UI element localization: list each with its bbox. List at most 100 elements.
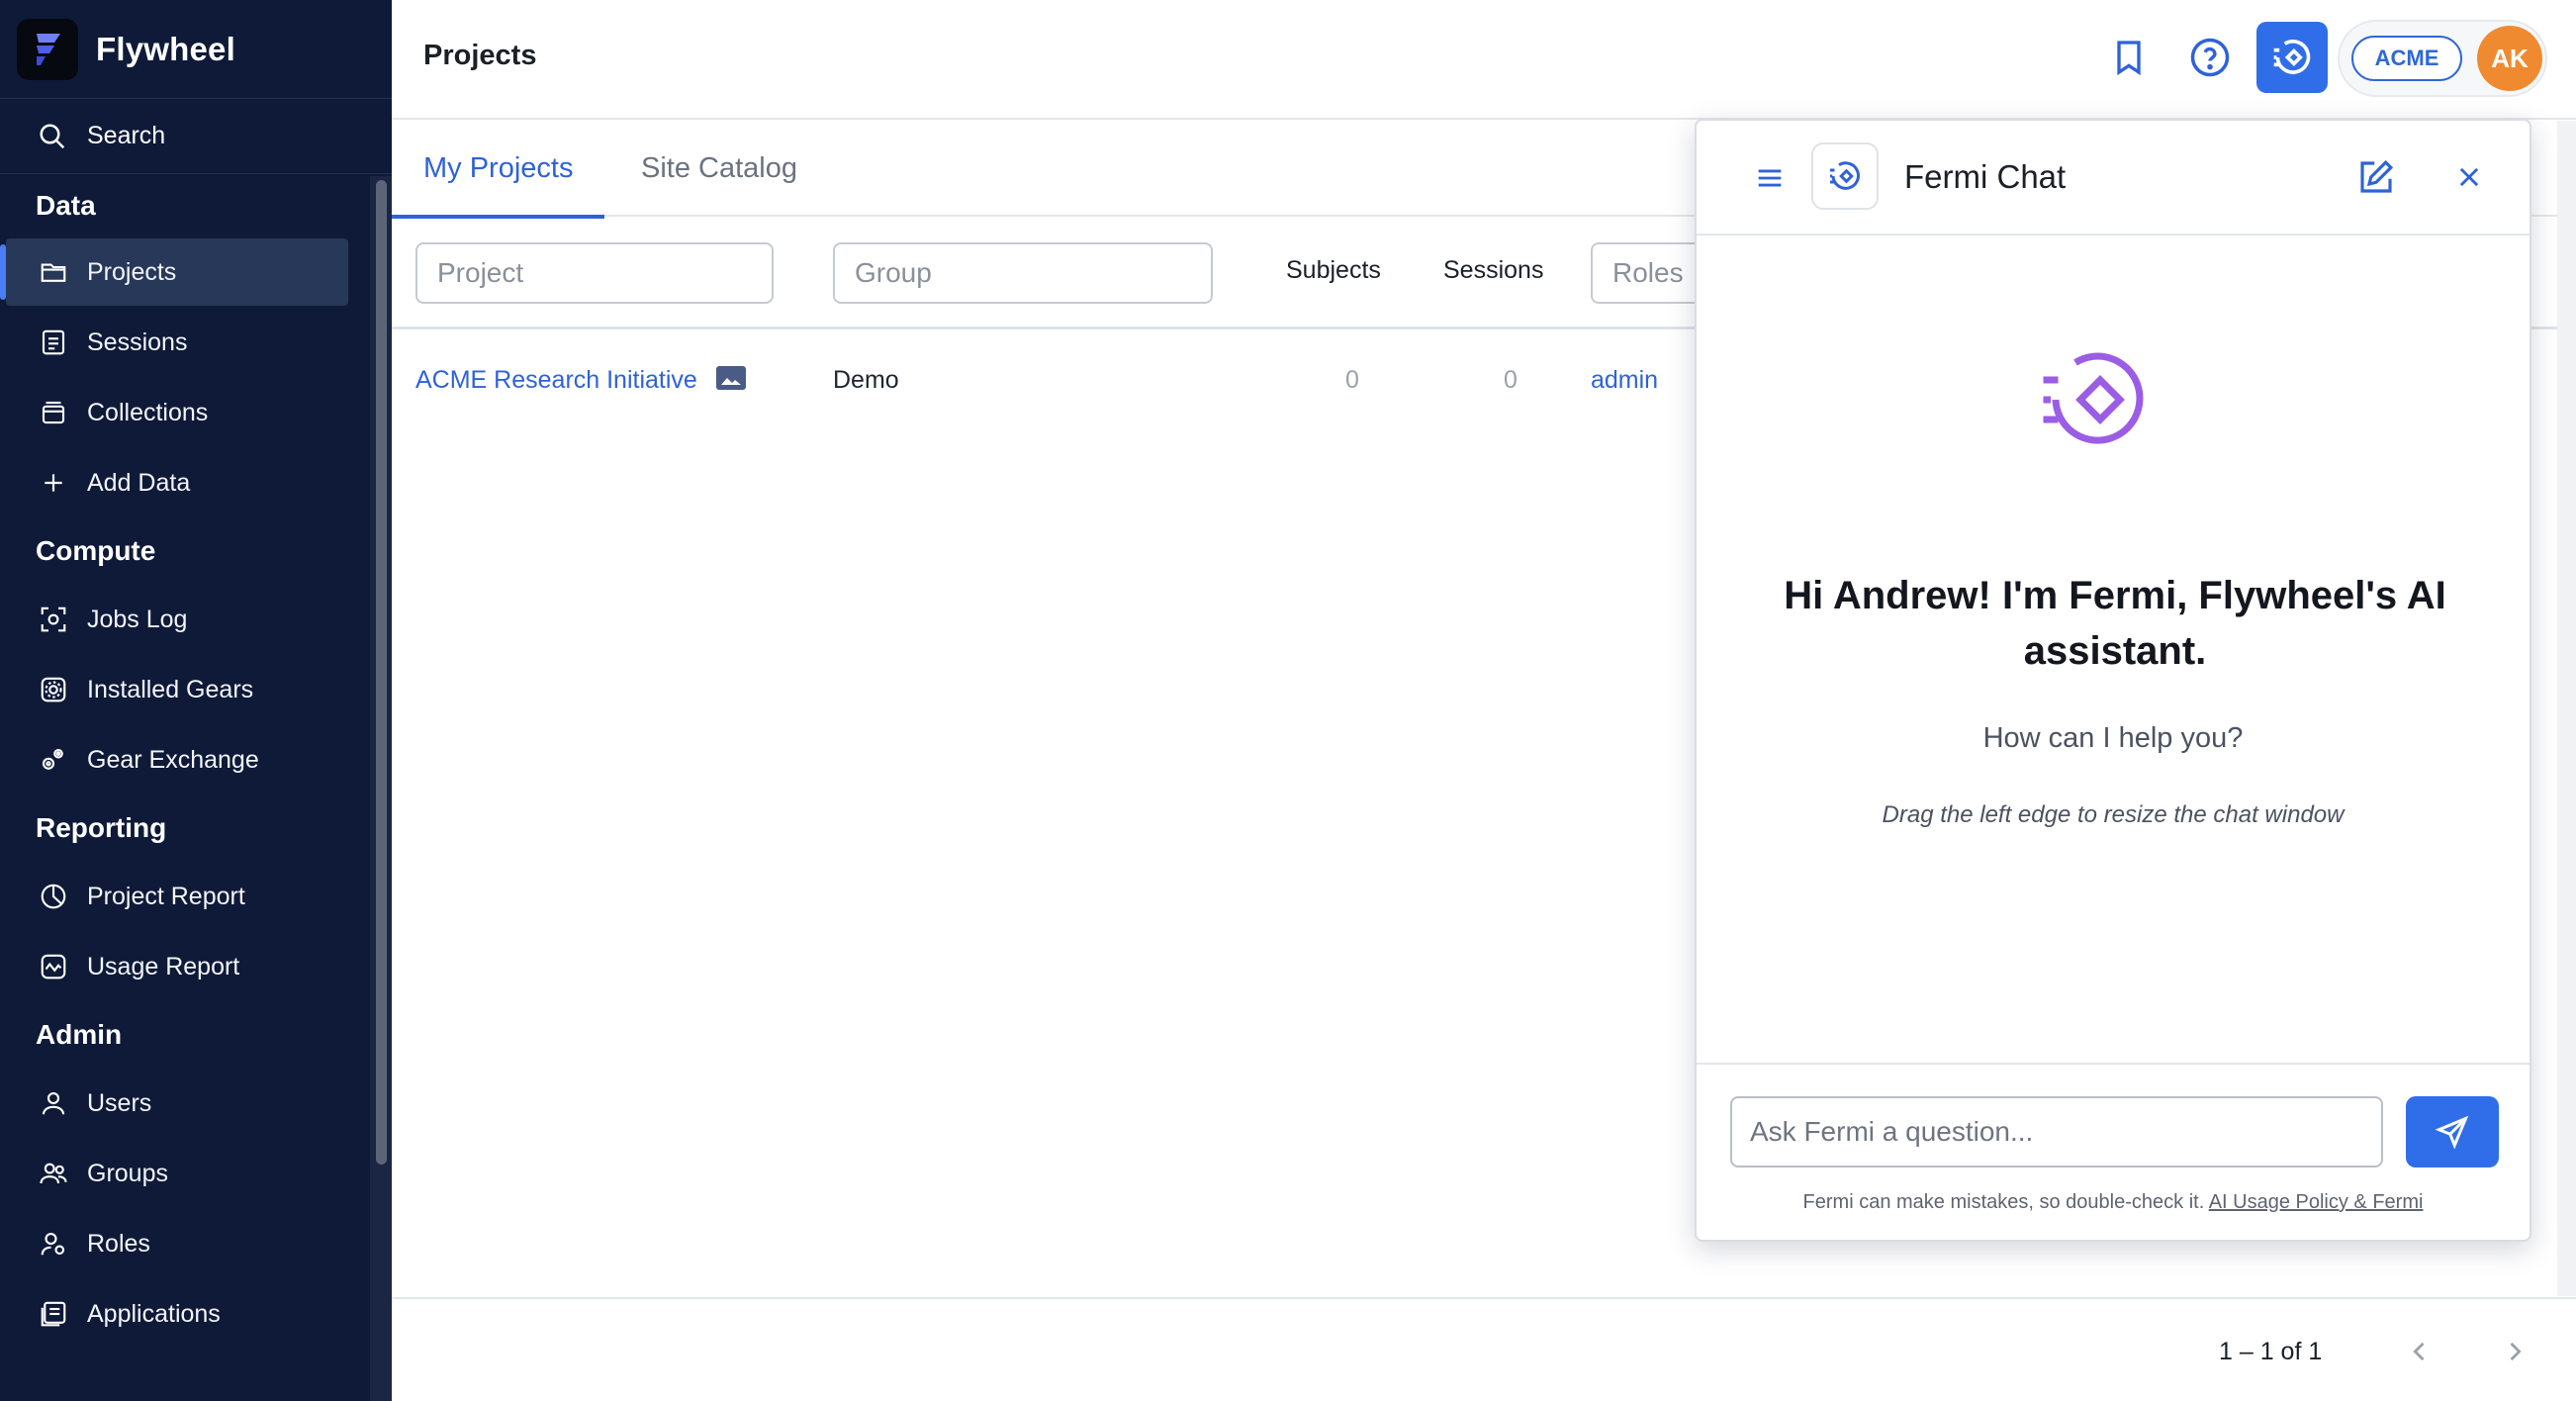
jobs-log-icon — [38, 604, 69, 635]
users-icon — [38, 1158, 69, 1189]
sidebar-search[interactable]: Search — [0, 99, 392, 174]
chat-question-input[interactable] — [1730, 1096, 2383, 1168]
sidebar-item-sessions[interactable]: Sessions — [0, 309, 370, 376]
sidebar-item-label: Jobs Log — [87, 605, 188, 633]
chat-resize-hint: Drag the left edge to resize the chat wi… — [1882, 801, 2345, 828]
brand-name: Flywheel — [96, 30, 235, 67]
close-chat-button[interactable] — [2446, 154, 2492, 200]
top-bar: Projects — [392, 0, 2576, 120]
collections-icon — [38, 397, 69, 428]
sidebar-item-label: Usage Report — [87, 952, 240, 981]
new-chat-button[interactable] — [2349, 150, 2403, 204]
fermi-logo — [1811, 142, 1879, 210]
gears-icon — [38, 744, 69, 776]
sidebar-item-label: Users — [87, 1088, 152, 1117]
project-name-link[interactable]: ACME Research Initiative — [415, 366, 697, 395]
brand[interactable]: Flywheel — [0, 0, 392, 99]
sidebar-item-roles[interactable]: Roles — [0, 1210, 370, 1277]
project-filter-input[interactable] — [415, 242, 774, 304]
section-title-admin: Admin — [36, 1019, 123, 1050]
usage-chart-icon — [38, 951, 69, 982]
tab-my-projects[interactable]: My Projects — [391, 120, 606, 219]
fermi-icon — [1830, 161, 1860, 190]
chat-title: Fermi Chat — [1904, 158, 2067, 195]
sidebar-item-label: Project Report — [87, 882, 245, 910]
chat-greeting: Hi Andrew! I'm Fermi, Flywheel's AI assi… — [1784, 574, 2446, 673]
sidebar-item-label: Roles — [87, 1229, 150, 1258]
previous-page-button[interactable] — [2398, 1330, 2441, 1373]
sidebar-item-collections[interactable]: Collections — [0, 379, 370, 446]
sidebar-item-usage-report[interactable]: Usage Report — [0, 933, 370, 1000]
plus-icon — [38, 467, 69, 499]
chevron-right-icon — [2510, 1342, 2522, 1361]
chat-help-text: How can I help you? — [1982, 722, 2244, 754]
column-header-sessions[interactable]: Sessions — [1443, 256, 1543, 285]
search-label: Search — [87, 122, 166, 149]
role-cell[interactable]: admin — [1591, 366, 1658, 395]
section-title-reporting: Reporting — [36, 812, 167, 843]
sidebar-item-label: Installed Gears — [87, 675, 254, 703]
bookmark-button[interactable] — [2093, 22, 2164, 93]
chat-footer: Fermi can make mistakes, so double-check… — [1697, 1063, 2530, 1240]
disclaimer-text: Fermi can make mistakes, so double-check… — [1802, 1191, 2205, 1213]
user-icon — [38, 1087, 69, 1119]
sidebar-item-label: Gear Exchange — [87, 745, 259, 774]
org-badge[interactable]: ACME — [2351, 36, 2462, 81]
gear-icon — [38, 674, 69, 705]
help-icon — [2190, 38, 2230, 77]
flywheel-logo-icon — [17, 18, 78, 80]
sidebar-item-users[interactable]: Users — [0, 1070, 370, 1137]
sessions-cell: 0 — [1504, 366, 1518, 394]
chat-disclaimer: Fermi can make mistakes, so double-check… — [1697, 1191, 2530, 1214]
pagination-text: 1 – 1 of 1 — [2219, 1338, 2323, 1365]
avatar[interactable]: AK — [2477, 26, 2542, 91]
sessions-icon — [38, 327, 69, 358]
close-icon — [2459, 167, 2479, 187]
sidebar-item-label: Projects — [87, 257, 177, 286]
folder-icon — [38, 256, 69, 288]
sidebar-item-applications[interactable]: Applications — [0, 1280, 370, 1348]
fermi-icon — [2273, 40, 2311, 74]
image-icon[interactable] — [716, 366, 746, 390]
sidebar: Flywheel Search Data Projects Sessions C… — [0, 0, 392, 1401]
sidebar-item-jobs-log[interactable]: Jobs Log — [0, 586, 370, 653]
tab-site-catalog[interactable]: Site Catalog — [641, 120, 797, 217]
ai-policy-link[interactable]: AI Usage Policy & Fermi — [2209, 1191, 2424, 1213]
help-button[interactable] — [2174, 22, 2246, 93]
fermi-hero-icon — [2036, 340, 2155, 459]
chevron-left-icon — [2413, 1342, 2425, 1361]
sidebar-item-add-data[interactable]: Add Data — [0, 449, 370, 516]
search-icon — [40, 124, 65, 148]
send-button[interactable] — [2406, 1096, 2499, 1168]
section-title-data: Data — [36, 190, 96, 221]
send-icon — [2435, 1115, 2469, 1150]
sidebar-item-groups[interactable]: Groups — [0, 1140, 370, 1207]
sidebar-item-gear-exchange[interactable]: Gear Exchange — [0, 726, 370, 794]
fermi-chat-panel: Fermi Chat Hi Andrew! I'm Fermi, Flywhee… — [1695, 119, 2531, 1242]
next-page-button[interactable] — [2493, 1330, 2536, 1373]
applications-icon — [38, 1298, 69, 1330]
subjects-cell: 0 — [1345, 366, 1359, 394]
sidebar-item-label: Add Data — [87, 468, 191, 497]
sidebar-item-installed-gears[interactable]: Installed Gears — [0, 656, 370, 723]
sidebar-item-project-report[interactable]: Project Report — [0, 863, 370, 930]
group-cell: Demo — [833, 366, 899, 394]
column-header-subjects[interactable]: Subjects — [1286, 256, 1381, 285]
pie-chart-icon — [38, 881, 69, 912]
chat-menu-button[interactable] — [1748, 156, 1792, 200]
chat-header: Fermi Chat — [1697, 121, 2530, 235]
sidebar-item-label: Applications — [87, 1299, 221, 1328]
hamburger-menu-icon — [1758, 169, 1782, 187]
sidebar-item-label: Collections — [87, 398, 209, 426]
sidebar-item-projects[interactable]: Projects — [0, 238, 348, 306]
group-filter-input[interactable] — [833, 242, 1213, 304]
fermi-chat-button[interactable] — [2256, 22, 2328, 93]
content-scroll-track — [2557, 121, 2576, 1296]
sidebar-item-label: Sessions — [87, 327, 188, 356]
sidebar-scrollbar[interactable] — [376, 180, 387, 1165]
section-title-compute: Compute — [36, 535, 156, 566]
bookmark-icon — [2117, 41, 2141, 76]
user-role-icon — [38, 1228, 69, 1260]
sidebar-item-label: Groups — [87, 1159, 168, 1187]
edit-icon — [2360, 159, 2394, 193]
